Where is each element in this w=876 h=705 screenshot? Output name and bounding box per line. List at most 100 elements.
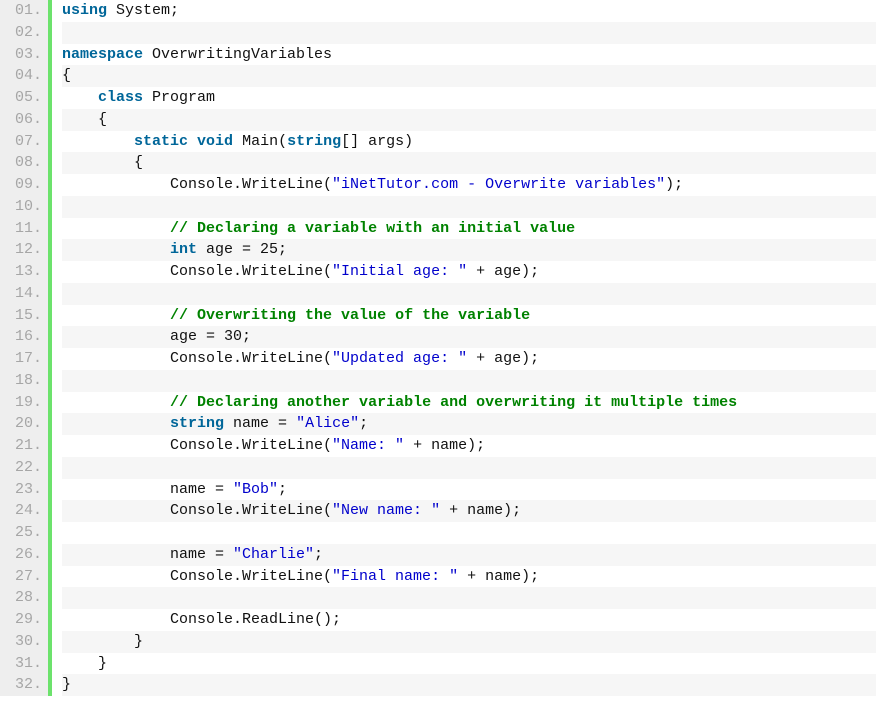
text-token: age = 30; bbox=[62, 328, 251, 345]
code-line: { bbox=[62, 65, 876, 87]
line-number: 29. bbox=[4, 609, 42, 631]
text-token: + age); bbox=[467, 263, 539, 280]
text-token bbox=[188, 133, 197, 150]
string-token: "Name: " bbox=[332, 437, 404, 454]
text-token: name = bbox=[62, 481, 233, 498]
line-number: 22. bbox=[4, 457, 42, 479]
string-token: "Updated age: " bbox=[332, 350, 467, 367]
keyword-token: class bbox=[98, 89, 143, 106]
code-line: name = "Bob"; bbox=[62, 479, 876, 501]
text-token bbox=[62, 133, 134, 150]
line-number: 07. bbox=[4, 131, 42, 153]
comment-token: // Declaring another variable and overwr… bbox=[170, 394, 737, 411]
comment-token: // Overwriting the value of the variable bbox=[170, 307, 530, 324]
string-token: "New name: " bbox=[332, 502, 440, 519]
line-number: 20. bbox=[4, 413, 42, 435]
keyword-token: using bbox=[62, 2, 107, 19]
code-line: { bbox=[62, 152, 876, 174]
code-line: // Declaring a variable with an initial … bbox=[62, 218, 876, 240]
text-token: Console.WriteLine( bbox=[62, 263, 332, 280]
line-number: 02. bbox=[4, 22, 42, 44]
code-line: } bbox=[62, 653, 876, 675]
line-number: 06. bbox=[4, 109, 42, 131]
text-token bbox=[62, 415, 170, 432]
line-number: 09. bbox=[4, 174, 42, 196]
code-line bbox=[62, 283, 876, 305]
code-line: // Overwriting the value of the variable bbox=[62, 305, 876, 327]
text-token bbox=[62, 241, 170, 258]
code-line: Console.WriteLine("Updated age: " + age)… bbox=[62, 348, 876, 370]
text-token: { bbox=[62, 154, 143, 171]
line-number: 10. bbox=[4, 196, 42, 218]
line-number: 19. bbox=[4, 392, 42, 414]
text-token: System; bbox=[107, 2, 179, 19]
line-number: 03. bbox=[4, 44, 42, 66]
keyword-token: namespace bbox=[62, 46, 143, 63]
text-token: age = 25; bbox=[197, 241, 287, 258]
line-number: 31. bbox=[4, 653, 42, 675]
line-number: 08. bbox=[4, 152, 42, 174]
line-number-gutter: 01.02.03.04.05.06.07.08.09.10.11.12.13.1… bbox=[0, 0, 48, 696]
text-token: Console.WriteLine( bbox=[62, 568, 332, 585]
text-token: Console.ReadLine(); bbox=[62, 611, 341, 628]
text-token: } bbox=[62, 655, 107, 672]
string-token: "Alice" bbox=[296, 415, 359, 432]
text-token: Console.WriteLine( bbox=[62, 437, 332, 454]
text-token: ; bbox=[314, 546, 323, 563]
line-number: 21. bbox=[4, 435, 42, 457]
keyword-token: static bbox=[134, 133, 188, 150]
code-line: static void Main(string[] args) bbox=[62, 131, 876, 153]
text-token: } bbox=[62, 633, 143, 650]
line-number: 17. bbox=[4, 348, 42, 370]
line-number: 04. bbox=[4, 65, 42, 87]
code-line: Console.WriteLine("New name: " + name); bbox=[62, 500, 876, 522]
text-token: name = bbox=[62, 546, 233, 563]
string-token: "Final name: " bbox=[332, 568, 458, 585]
code-line: { bbox=[62, 109, 876, 131]
line-number: 11. bbox=[4, 218, 42, 240]
text-token: { bbox=[62, 111, 107, 128]
line-number: 30. bbox=[4, 631, 42, 653]
code-line: Console.ReadLine(); bbox=[62, 609, 876, 631]
code-line: } bbox=[62, 631, 876, 653]
code-line: } bbox=[62, 674, 876, 696]
text-token: OverwritingVariables bbox=[143, 46, 332, 63]
code-line bbox=[62, 22, 876, 44]
text-token: + name); bbox=[440, 502, 521, 519]
text-token: Console.WriteLine( bbox=[62, 502, 332, 519]
text-token bbox=[62, 89, 98, 106]
line-number: 27. bbox=[4, 566, 42, 588]
code-line: using System; bbox=[62, 0, 876, 22]
line-number: 16. bbox=[4, 326, 42, 348]
text-token: { bbox=[62, 67, 71, 84]
line-number: 01. bbox=[4, 0, 42, 22]
line-number: 24. bbox=[4, 500, 42, 522]
code-line: class Program bbox=[62, 87, 876, 109]
code-line: age = 30; bbox=[62, 326, 876, 348]
text-token bbox=[62, 307, 170, 324]
text-token: Main( bbox=[233, 133, 287, 150]
line-number: 14. bbox=[4, 283, 42, 305]
text-token: name = bbox=[224, 415, 296, 432]
text-token: } bbox=[62, 676, 71, 693]
code-line: int age = 25; bbox=[62, 239, 876, 261]
keyword-token: void bbox=[197, 133, 233, 150]
code-line: Console.WriteLine("Name: " + name); bbox=[62, 435, 876, 457]
line-number: 25. bbox=[4, 522, 42, 544]
keyword-token: string bbox=[287, 133, 341, 150]
code-line: Console.WriteLine("iNetTutor.com - Overw… bbox=[62, 174, 876, 196]
code-line: name = "Charlie"; bbox=[62, 544, 876, 566]
code-line bbox=[62, 196, 876, 218]
text-token: ); bbox=[665, 176, 683, 193]
text-token: Console.WriteLine( bbox=[62, 350, 332, 367]
code-line: // Declaring another variable and overwr… bbox=[62, 392, 876, 414]
code-container: 01.02.03.04.05.06.07.08.09.10.11.12.13.1… bbox=[0, 0, 876, 696]
code-line bbox=[62, 457, 876, 479]
code-line bbox=[62, 522, 876, 544]
line-number: 28. bbox=[4, 587, 42, 609]
code-line: namespace OverwritingVariables bbox=[62, 44, 876, 66]
text-token: Program bbox=[143, 89, 215, 106]
code-line: Console.WriteLine("Initial age: " + age)… bbox=[62, 261, 876, 283]
code-block: using System; namespace OverwritingVaria… bbox=[48, 0, 876, 696]
line-number: 15. bbox=[4, 305, 42, 327]
